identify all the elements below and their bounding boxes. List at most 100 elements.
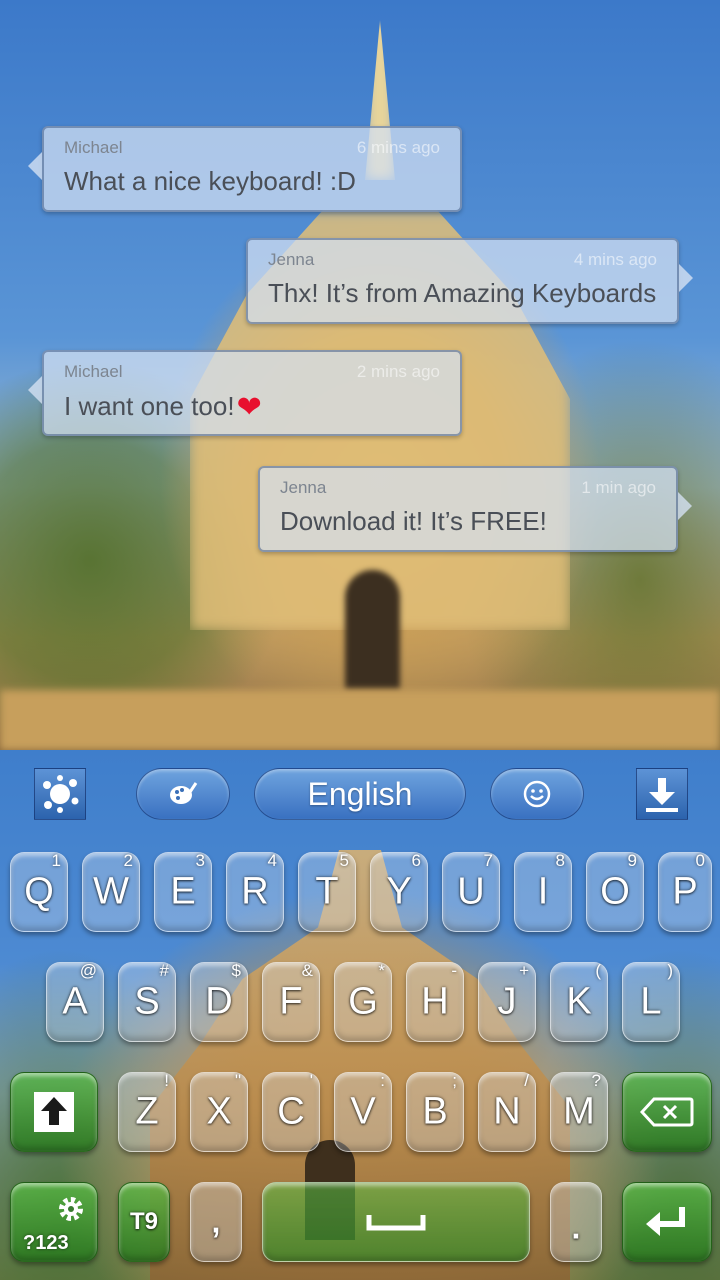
key-label: J (497, 980, 517, 1023)
key-g[interactable]: * G (334, 961, 392, 1042)
key-c[interactable]: ' C (262, 1071, 320, 1152)
chat-bubble: Michael 6 mins ago What a nice keyboard!… (28, 126, 462, 212)
key-label: T (315, 870, 339, 913)
key-i[interactable]: 8I (514, 851, 572, 932)
key-a[interactable]: @ A (46, 961, 104, 1042)
key-v[interactable]: :V (334, 1071, 392, 1152)
key-label: Y (386, 870, 412, 913)
key-hint: " (234, 1071, 241, 1090)
key-n[interactable]: / N (478, 1071, 536, 1152)
key-hint: * (378, 961, 385, 980)
key-label: E (170, 870, 196, 913)
backspace-key[interactable] (622, 1072, 712, 1152)
key-label: W (93, 870, 129, 913)
key-f[interactable]: & F (262, 961, 320, 1042)
key-hint: @ (79, 961, 97, 980)
symbols-key[interactable]: ?123 (10, 1182, 98, 1262)
key-hint: 9 (627, 851, 637, 870)
key-hint: 6 (411, 851, 421, 870)
gear-icon (59, 1197, 83, 1221)
message-text-wrap: I want one too!❤ (64, 390, 262, 425)
ground-image (0, 690, 720, 750)
key-s[interactable]: # S (118, 961, 176, 1042)
backspace-icon (640, 1097, 694, 1127)
key-hint: - (451, 961, 457, 980)
key-label: A (62, 980, 88, 1023)
key-label: V (350, 1090, 376, 1133)
splat-icon (43, 775, 79, 813)
message-sender: Michael (64, 362, 123, 381)
heart-icon: ❤ (236, 391, 262, 424)
key-o[interactable]: 9O (586, 851, 644, 932)
message-text: Download it! It’s FREE! (280, 506, 547, 536)
key-label: S (134, 980, 160, 1023)
comma-label: , (211, 1203, 221, 1240)
shift-key[interactable] (10, 1072, 98, 1152)
t9-key[interactable]: T9 (118, 1182, 170, 1262)
key-label: M (563, 1090, 595, 1133)
customize-button[interactable] (136, 768, 230, 820)
key-hint: 0 (695, 851, 705, 870)
key-hint: / (524, 1071, 529, 1090)
key-hint: ! (164, 1071, 169, 1090)
language-button[interactable]: English (254, 768, 466, 820)
message-time: 6 mins ago (356, 138, 440, 157)
key-d[interactable]: $ D (190, 961, 248, 1042)
hide-keyboard-button[interactable] (636, 768, 688, 820)
key-u[interactable]: 7U (442, 851, 500, 932)
key-h[interactable]: -H (406, 961, 464, 1042)
key-w[interactable]: 2W (82, 851, 140, 932)
key-label: Q (24, 870, 54, 913)
period-label: . (571, 1209, 581, 1246)
key-hint: & (301, 961, 313, 980)
key-label: R (241, 870, 269, 913)
key-q[interactable]: 1Q (10, 851, 68, 932)
key-j[interactable]: + J (478, 961, 536, 1042)
key-label: C (277, 1090, 305, 1133)
key-label: B (422, 1090, 448, 1133)
comma-key[interactable]: , (190, 1182, 242, 1262)
key-l[interactable]: ) L (622, 961, 680, 1042)
key-x[interactable]: " X (190, 1071, 248, 1152)
key-k[interactable]: (K (550, 961, 608, 1042)
key-label: P (672, 870, 698, 913)
key-y[interactable]: 6Y (370, 851, 428, 932)
temple-doorway-image (345, 570, 400, 690)
key-hint: ' (309, 1071, 313, 1090)
key-hint: $ (231, 961, 241, 980)
palette-icon (170, 782, 198, 804)
chat-background: Michael 6 mins ago What a nice keyboard!… (0, 0, 720, 750)
key-label: U (457, 870, 485, 913)
chat-bubble: Jenna 4 mins ago Thx! It’s from Amazing … (246, 238, 693, 324)
key-e[interactable]: 3E (154, 851, 212, 932)
t9-label: T9 (129, 1208, 158, 1235)
key-hint: ; (452, 1071, 457, 1090)
message-sender: Michael (64, 138, 123, 157)
space-icon (366, 1215, 426, 1231)
enter-key[interactable] (622, 1182, 712, 1262)
theme-button[interactable] (34, 768, 86, 820)
key-p[interactable]: 0P (658, 851, 712, 932)
message-sender: Jenna (268, 250, 315, 269)
key-hint: ( (595, 961, 601, 980)
key-label: Z (135, 1090, 159, 1133)
message-text: I want one too! (64, 391, 235, 421)
key-m[interactable]: ? M (550, 1071, 608, 1152)
smiley-icon (523, 780, 551, 808)
key-r[interactable]: 4R (226, 851, 284, 932)
chat-bubble: Michael 2 mins ago I want one too!❤ (28, 350, 462, 436)
emoji-button[interactable] (490, 768, 584, 820)
key-label: F (279, 980, 303, 1023)
chat-bubble: Jenna 1 min ago Download it! It’s FREE! (258, 466, 692, 552)
key-t[interactable]: 5T (298, 851, 356, 932)
space-key[interactable] (262, 1182, 530, 1262)
key-b[interactable]: ; B (406, 1071, 464, 1152)
period-key[interactable]: . (550, 1182, 602, 1262)
key-label: K (566, 980, 592, 1023)
message-text: What a nice keyboard! :D (64, 166, 356, 196)
key-label: G (348, 980, 378, 1023)
key-z[interactable]: ! Z (118, 1071, 176, 1152)
download-icon (646, 778, 678, 812)
key-hint: 1 (51, 851, 61, 870)
keyboard: English 1Q 2W 3E 4R 5T 6Y 7U 8I 9O 0P @ A… (0, 750, 720, 1280)
